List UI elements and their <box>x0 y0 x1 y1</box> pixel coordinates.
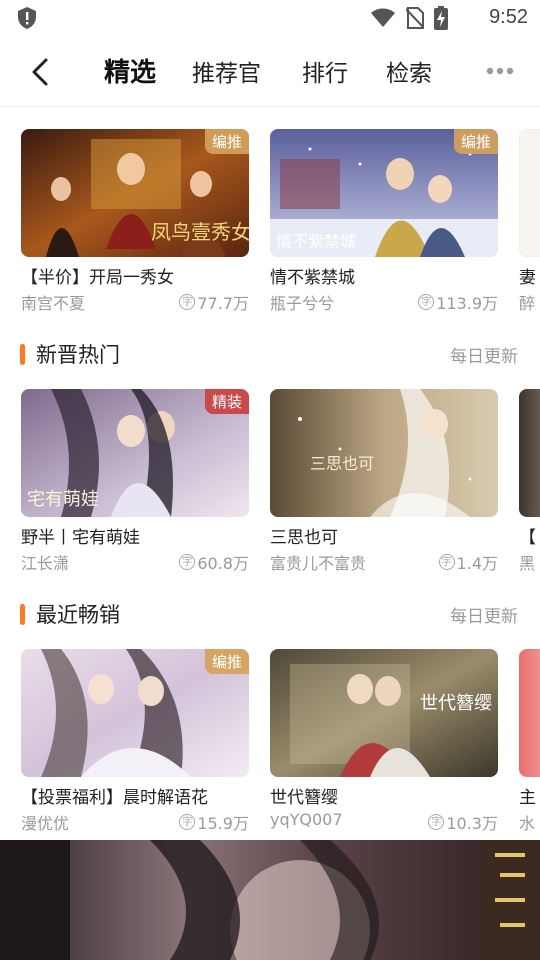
book-author[interactable]: yqYQ007 <box>270 810 343 829</box>
word-count-icon: 字 <box>418 294 435 310</box>
book-author[interactable]: 江长潇 <box>21 550 69 574</box>
book-card[interactable]: 三思也可 三思也可 富贵儿不富贵 字 1.4万 <box>270 389 498 573</box>
section-header: 最近畅销 每日更新 <box>0 594 540 634</box>
book-title[interactable]: 世代簪缨 <box>270 783 338 808</box>
book-cover[interactable] <box>519 129 540 257</box>
book-title[interactable]: 野半丨宅有萌娃 <box>21 523 140 548</box>
book-card[interactable]: 世代簪缨 世代簪缨 yqYQ007 字 10.3万 <box>270 649 498 833</box>
book-cover[interactable] <box>519 649 540 777</box>
section-accent-bar <box>20 344 25 365</box>
top-nav: 精选 推荐官 排行 检索 <box>0 36 540 107</box>
book-card-partial[interactable]: 妻 醉 <box>519 129 540 319</box>
word-count-icon: 字 <box>179 554 196 570</box>
book-title[interactable]: 主 <box>519 783 536 808</box>
promo-banner[interactable] <box>0 840 540 960</box>
book-author[interactable]: 黑 <box>519 550 535 574</box>
word-count-icon: 字 <box>428 814 445 830</box>
book-author[interactable]: 瓶子兮兮 <box>270 290 334 314</box>
tab-featured[interactable]: 精选 <box>104 52 156 89</box>
back-arrow-icon[interactable] <box>26 56 56 88</box>
word-count-icon: 字 <box>179 814 196 830</box>
tab-ranking[interactable]: 排行 <box>302 54 348 88</box>
cover-title-art: 世代簪缨 <box>420 693 492 714</box>
word-count-icon: 字 <box>179 294 196 310</box>
book-title[interactable]: 情不紫禁城 <box>270 263 355 288</box>
shield-icon <box>18 7 36 29</box>
section-accent-bar <box>20 604 25 625</box>
status-bar: 9:52 <box>0 0 540 36</box>
book-card-partial[interactable]: 【 黑 <box>519 389 540 579</box>
cover-title-art: 凤鸟壹秀女 <box>151 220 249 244</box>
section-title: 新晋热门 <box>36 343 120 367</box>
cover-title-art: 情不紫禁城 <box>276 232 356 251</box>
word-count: 字 15.9万 <box>179 810 249 834</box>
word-count-icon: 字 <box>438 554 455 570</box>
battery-charging-icon <box>434 6 448 30</box>
book-cover[interactable]: 凤鸟壹秀女 编推 <box>21 129 249 257</box>
editor-pick-badge: 编推 <box>204 649 249 674</box>
editor-pick-badge: 编推 <box>453 129 498 154</box>
tab-search[interactable]: 检索 <box>386 54 432 88</box>
book-cover[interactable]: 情不紫禁城 编推 <box>270 129 498 257</box>
book-title[interactable]: 妻 <box>519 263 536 288</box>
more-options-icon[interactable] <box>486 67 514 75</box>
book-card[interactable]: 凤鸟壹秀女 编推 【半价】开局一秀女 南宫不夏 字 77.7万 <box>21 129 249 313</box>
word-count: 字 10.3万 <box>428 810 498 834</box>
word-count: 字 113.9万 <box>418 290 498 314</box>
book-cover[interactable]: 三思也可 <box>270 389 498 517</box>
book-cover[interactable]: 世代簪缨 <box>270 649 498 777</box>
word-count: 字 1.4万 <box>438 550 498 574</box>
daily-update-link[interactable]: 每日更新 <box>450 342 518 367</box>
book-title[interactable]: 【 <box>519 523 536 548</box>
book-card[interactable]: 宅有萌娃 精装 野半丨宅有萌娃 江长潇 字 60.8万 <box>21 389 249 573</box>
book-author[interactable]: 漫优优 <box>21 810 69 834</box>
cover-title-art: 三思也可 <box>310 454 374 473</box>
tab-recommender[interactable]: 推荐官 <box>192 54 261 88</box>
book-card[interactable]: 情不紫禁城 编推 情不紫禁城 瓶子兮兮 字 113.9万 <box>270 129 498 313</box>
book-author[interactable]: 南宫不夏 <box>21 290 85 314</box>
book-author[interactable]: 醉 <box>519 290 535 314</box>
editor-pick-badge: 编推 <box>204 129 249 154</box>
book-title[interactable]: 【半价】开局一秀女 <box>21 263 174 288</box>
book-title[interactable]: 三思也可 <box>270 523 338 548</box>
book-author[interactable]: 水 <box>519 810 535 834</box>
section-title: 最近畅销 <box>36 603 120 627</box>
cover-title-art: 宅有萌娃 <box>27 489 99 510</box>
word-count: 字 60.8万 <box>179 550 249 574</box>
book-cover[interactable]: 宅有萌娃 精装 <box>21 389 249 517</box>
deluxe-badge: 精装 <box>204 389 249 414</box>
book-cover[interactable]: 编推 <box>21 649 249 777</box>
book-card[interactable]: 编推 【投票福利】晨时解语花 漫优优 字 15.9万 <box>21 649 249 833</box>
book-title[interactable]: 【投票福利】晨时解语花 <box>21 783 208 808</box>
daily-update-link[interactable]: 每日更新 <box>450 602 518 627</box>
book-author[interactable]: 富贵儿不富贵 <box>270 550 366 574</box>
section-header: 新晋热门 每日更新 <box>0 334 540 374</box>
clock: 9:52 <box>489 6 528 28</box>
no-sim-icon <box>406 7 424 29</box>
book-cover[interactable] <box>519 389 540 517</box>
book-card-partial[interactable]: 主 水 <box>519 649 540 839</box>
wifi-icon <box>371 8 395 27</box>
word-count: 字 77.7万 <box>179 290 249 314</box>
